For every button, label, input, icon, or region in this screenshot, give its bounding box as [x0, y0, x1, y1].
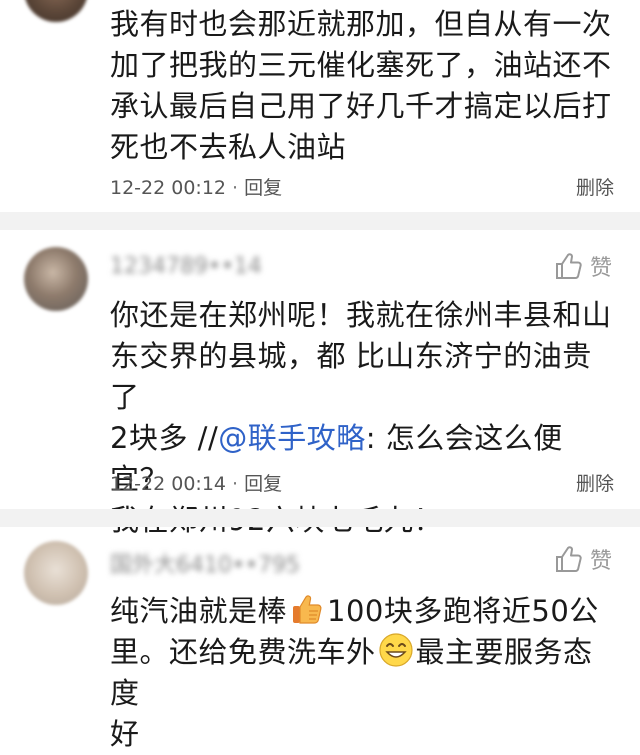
thumbs-up-emoji-icon: [289, 591, 325, 627]
comment-text-part: 2块多 //: [110, 421, 219, 455]
comment-meta: 12-22 00:14 · 回复: [110, 469, 282, 496]
comment-line: 死也不去私人油站: [110, 130, 347, 164]
reply-button[interactable]: 回复: [244, 177, 282, 199]
meta-separator: ·: [232, 177, 239, 199]
comment-line: 加了把我的三元催化塞死了，油站还不: [110, 48, 612, 82]
grin-emoji-icon: [378, 632, 414, 668]
timestamp: 12-22 00:14: [110, 473, 227, 495]
username[interactable]: 1234789••14: [110, 254, 262, 279]
avatar[interactable]: [24, 0, 88, 22]
reply-button[interactable]: 回复: [244, 473, 282, 495]
comment-text-part: 里。还给免费洗车外: [110, 635, 376, 669]
comment-divider: [0, 212, 640, 230]
comment-text: 我有时也会那近就那加，但自从有一次 加了把我的三元催化塞死了，油站还不 承认最后…: [110, 4, 620, 168]
thumbs-up-icon: [554, 251, 584, 281]
like-label: 赞: [589, 549, 612, 574]
delete-button[interactable]: 删除: [576, 469, 614, 496]
meta-separator: ·: [232, 473, 239, 495]
delete-button[interactable]: 删除: [576, 173, 614, 200]
comment-line: 好: [110, 717, 140, 751]
comment-line: 我有时也会那近就那加，但自从有一次: [110, 7, 612, 41]
username[interactable]: 国外大6410••795: [110, 547, 300, 578]
like-label: 赞: [589, 256, 612, 281]
comment-line: 东交界的县城，都 比山东济宁的油贵了: [110, 339, 592, 414]
comment-line: 里。还给免费洗车外 最主要服务态度: [110, 632, 620, 714]
comment-meta: 12-22 00:12 · 回复: [110, 173, 282, 200]
comment-text: 纯汽油就是棒 100块多跑将近50公 里。还给免费洗车外 最主要服务态度 好: [110, 591, 620, 755]
comment-text: 你还是在郑州呢！我就在徐州丰县和山 东交界的县城，都 比山东济宁的油贵了 2块多…: [110, 295, 620, 541]
comment-line: 承认最后自己用了好几千才搞定以后打: [110, 89, 612, 123]
comment-divider: [0, 509, 640, 527]
comment-line: 纯汽油就是棒 100块多跑将近50公: [110, 591, 620, 632]
comment-text-part: 纯汽油就是棒: [110, 594, 288, 628]
like-button[interactable]: 赞: [554, 250, 612, 282]
like-button[interactable]: 赞: [554, 543, 612, 575]
timestamp: 12-22 00:12: [110, 177, 227, 199]
comment-text-part: 100块多跑将近50公: [327, 594, 599, 628]
mention-link[interactable]: @联手攻略: [218, 421, 366, 455]
comment-line: 你还是在郑州呢！我就在徐州丰县和山: [110, 298, 612, 332]
thumbs-up-icon: [554, 544, 584, 574]
avatar[interactable]: [24, 247, 88, 311]
avatar[interactable]: [24, 541, 88, 605]
